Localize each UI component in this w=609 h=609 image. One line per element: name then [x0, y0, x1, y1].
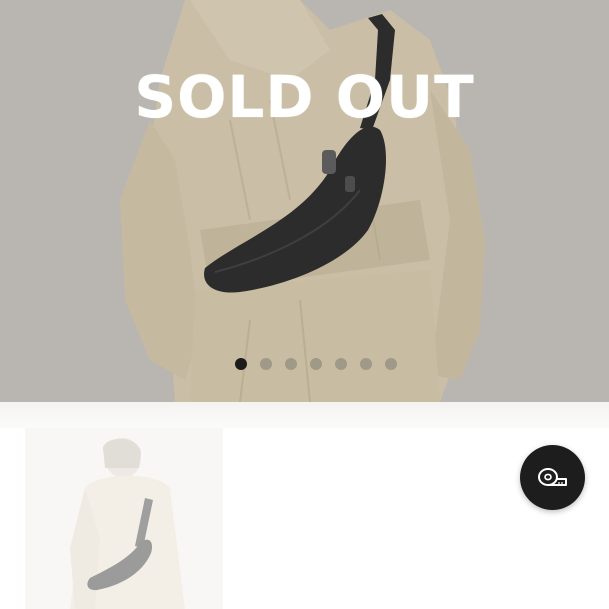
sold-out-label: SOLD OUT	[134, 63, 475, 131]
carousel-dot[interactable]	[360, 358, 372, 370]
product-page: SOLD OUT	[0, 0, 609, 609]
size-guide-button[interactable]	[520, 445, 585, 510]
carousel-dots	[235, 358, 397, 370]
carousel-dot[interactable]	[235, 358, 247, 370]
carousel-dot[interactable]	[260, 358, 272, 370]
faded-divider	[0, 402, 609, 428]
carousel-dot[interactable]	[285, 358, 297, 370]
hero-photo	[0, 0, 609, 402]
product-hero-image[interactable]: SOLD OUT	[0, 0, 609, 402]
measuring-tape-icon	[537, 467, 567, 486]
carousel-dot[interactable]	[310, 358, 322, 370]
carousel-dot[interactable]	[335, 358, 347, 370]
product-thumbnail[interactable]	[25, 428, 223, 609]
thumbnail-fade	[25, 428, 223, 609]
carousel-dot[interactable]	[385, 358, 397, 370]
